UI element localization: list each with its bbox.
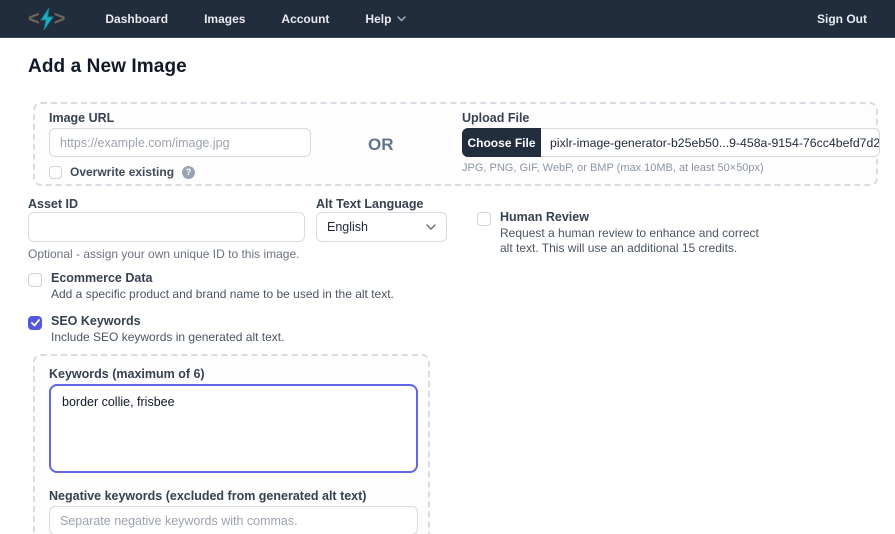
- file-upload-control: Choose File pixlr-image-generator-b25eb5…: [462, 128, 880, 157]
- negative-keywords-label: Negative keywords (excluded from generat…: [49, 489, 367, 503]
- keywords-box: Keywords (maximum of 6) border collie, f…: [33, 354, 430, 534]
- human-review-description: Request a human review to enhance and co…: [500, 226, 759, 255]
- asset-id-input[interactable]: [28, 212, 305, 242]
- nav-dashboard[interactable]: Dashboard: [105, 12, 168, 26]
- image-url-input[interactable]: [49, 128, 311, 157]
- keywords-label: Keywords (maximum of 6): [49, 367, 205, 381]
- keywords-textarea[interactable]: border collie, frisbee: [49, 384, 418, 473]
- page: < > Dashboard Images Account Help Sign O…: [0, 0, 895, 534]
- language-select[interactable]: English: [316, 212, 447, 242]
- asset-id-label: Asset ID: [28, 197, 79, 211]
- ecommerce-data-checkbox[interactable]: [28, 273, 42, 287]
- asset-id-help: Optional - assign your own unique ID to …: [28, 247, 300, 261]
- nav-links: Dashboard Images Account Help: [105, 12, 407, 26]
- or-divider: OR: [368, 135, 394, 154]
- nav-help[interactable]: Help: [365, 12, 407, 26]
- nav-account[interactable]: Account: [281, 12, 329, 26]
- page-title: Add a New Image: [28, 56, 187, 77]
- alt-text-language-label: Alt Text Language: [316, 197, 424, 211]
- overwrite-existing-checkbox[interactable]: [49, 165, 62, 179]
- negative-keywords-input[interactable]: [49, 506, 418, 534]
- app-logo[interactable]: < >: [28, 7, 66, 30]
- choose-file-button[interactable]: Choose File: [462, 128, 541, 157]
- human-review-checkbox[interactable]: [477, 212, 491, 226]
- checkmark-icon: [30, 319, 40, 327]
- upload-file-label: Upload File: [462, 111, 530, 125]
- ecommerce-data-block: Ecommerce Data Add a specific product an…: [28, 271, 588, 302]
- nav-images[interactable]: Images: [204, 12, 245, 26]
- seo-keywords-block: SEO Keywords Include SEO keywords in gen…: [28, 314, 588, 345]
- chevron-down-icon: [426, 224, 436, 230]
- seo-keywords-label: SEO Keywords: [51, 314, 141, 328]
- selected-filename: pixlr-image-generator-b25eb50...9-458a-9…: [541, 128, 880, 157]
- image-url-label: Image URL: [49, 111, 115, 125]
- image-source-box: Image URL Overwrite existing ? OR Upload…: [33, 102, 880, 186]
- chevron-down-icon: [397, 15, 407, 22]
- human-review-label: Human Review: [500, 210, 589, 224]
- help-icon[interactable]: ?: [182, 165, 196, 179]
- ecommerce-data-description: Add a specific product and brand name to…: [51, 287, 394, 301]
- overwrite-existing-row: Overwrite existing ?: [49, 165, 196, 179]
- language-selected-value: English: [327, 220, 368, 234]
- ecommerce-data-label: Ecommerce Data: [51, 271, 153, 285]
- sign-out-link[interactable]: Sign Out: [817, 12, 867, 26]
- navbar: < > Dashboard Images Account Help Sign O…: [0, 0, 895, 38]
- human-review-block: Human Review Request a human review to e…: [477, 210, 777, 256]
- logo-right-bracket: >: [53, 7, 66, 30]
- lightning-bolt-icon: [39, 7, 54, 30]
- overwrite-existing-label: Overwrite existing: [70, 165, 175, 179]
- seo-keywords-checkbox[interactable]: [28, 316, 42, 330]
- seo-keywords-description: Include SEO keywords in generated alt te…: [51, 330, 285, 344]
- upload-format-help: JPG, PNG, GIF, WebP, or BMP (max 10MB, a…: [462, 162, 764, 174]
